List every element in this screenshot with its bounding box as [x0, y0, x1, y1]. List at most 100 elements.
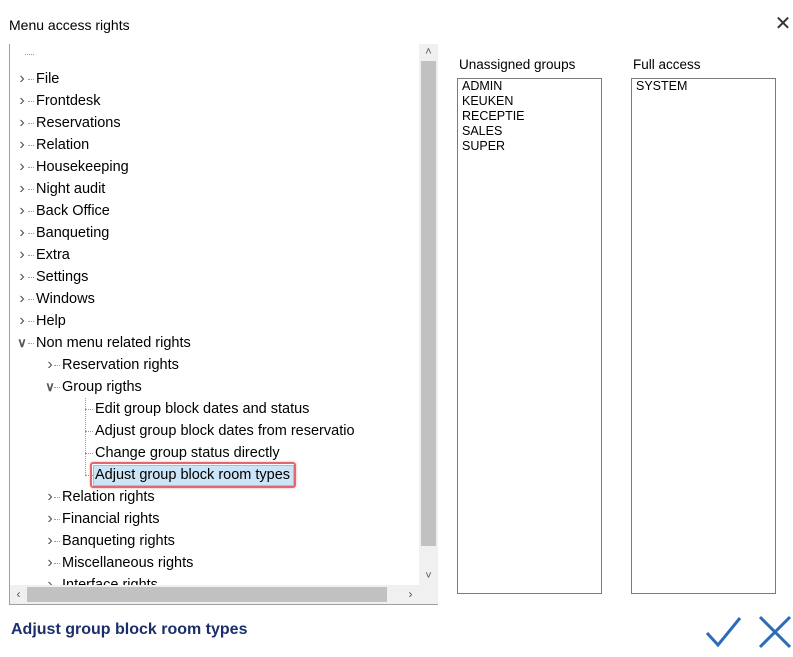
tree-item[interactable] — [10, 46, 419, 68]
chevron-right-icon[interactable]: › — [15, 200, 29, 222]
tree-connector-line — [54, 541, 60, 542]
tree-item[interactable]: Edit group block dates and status — [10, 398, 419, 420]
tree-item[interactable]: › Back Office — [10, 200, 419, 222]
unassigned-group-item[interactable]: SUPER — [458, 139, 601, 154]
title-bar: Menu access rights ✕ — [0, 0, 793, 44]
tree-connector-line — [28, 299, 34, 300]
cancel-button[interactable] — [754, 612, 793, 652]
tree-item[interactable]: Change group status directly — [10, 442, 419, 464]
tree-item[interactable]: › Reservation rights — [10, 354, 419, 376]
tree-item-label: Settings — [36, 269, 89, 285]
tree-item[interactable]: › Miscellaneous rights — [10, 552, 419, 574]
tree-item[interactable]: › Banqueting — [10, 222, 419, 244]
tree-connector-line — [28, 343, 34, 344]
tree-item-label: Back Office — [36, 203, 110, 219]
tree-item-label: Windows — [36, 291, 95, 307]
tree-item[interactable]: › Financial rights — [10, 508, 419, 530]
tree-item-label: Housekeeping — [36, 159, 129, 175]
tree-connector-line — [28, 321, 34, 322]
chevron-right-icon[interactable]: › — [15, 266, 29, 288]
chevron-right-icon[interactable]: › — [15, 310, 29, 332]
menu-tree-panel: › File › Frontdesk › Reservations › Relation › Ho… — [9, 44, 438, 605]
tree-item[interactable]: › Banqueting rights — [10, 530, 419, 552]
chevron-right-icon[interactable]: › — [15, 134, 29, 156]
chevron-left-icon[interactable]: ‹ — [10, 585, 27, 604]
tree-connector-line — [28, 233, 34, 234]
tree-item-label: Extra — [36, 247, 70, 263]
scrollbar-corner — [419, 585, 438, 604]
chevron-up-icon[interactable]: ˄ — [419, 44, 438, 61]
chevron-right-icon[interactable]: › — [15, 156, 29, 178]
vertical-scroll-thumb[interactable] — [421, 61, 436, 546]
chevron-right-icon[interactable]: › — [15, 112, 29, 134]
chevron-right-icon[interactable]: › — [15, 68, 29, 90]
tree-connector-line — [54, 387, 60, 388]
tree-connector-line — [85, 431, 93, 432]
tree-item[interactable]: › Extra — [10, 244, 419, 266]
chevron-down-icon[interactable]: ∨ — [15, 332, 29, 354]
tree-item-label: Reservations — [36, 115, 121, 131]
tree-connector-line — [28, 101, 34, 102]
tree-item[interactable]: › Relation rights — [10, 486, 419, 508]
chevron-right-icon[interactable]: › — [15, 90, 29, 112]
close-icon — [758, 615, 792, 649]
ok-button[interactable] — [703, 612, 743, 652]
tree-item[interactable]: Adjust group block room types — [10, 462, 419, 488]
vertical-scrollbar[interactable]: ˄ ˅ — [419, 44, 438, 585]
tree-connector-line — [54, 519, 60, 520]
tree-item[interactable]: › Help — [10, 310, 419, 332]
tree-item[interactable]: Adjust group block dates from reservatio — [10, 420, 419, 442]
tree-item[interactable]: › File — [10, 68, 419, 90]
tree-item[interactable]: › Relation — [10, 134, 419, 156]
tree-item[interactable]: › Housekeeping — [10, 156, 419, 178]
tree-item[interactable]: › Windows — [10, 288, 419, 310]
chevron-down-icon[interactable]: ˅ — [419, 568, 438, 585]
full-access-header: Full access — [633, 57, 701, 72]
tree-item[interactable]: ∨ Group rigths — [10, 376, 419, 398]
tree-connector-line — [28, 167, 34, 168]
horizontal-scroll-thumb[interactable] — [27, 587, 387, 602]
selection-highlight-frame — [90, 462, 296, 488]
unassigned-group-item[interactable]: KEUKEN — [458, 94, 601, 109]
tree-connector-line — [85, 453, 93, 454]
tree-connector-line — [28, 189, 34, 190]
chevron-right-icon[interactable]: › — [402, 585, 419, 604]
tree-vertical-line — [85, 398, 86, 475]
tree-item-label: Miscellaneous rights — [62, 555, 194, 571]
tree-item-label: Adjust group block dates from reservatio — [95, 423, 355, 439]
tree-item-label: Night audit — [36, 181, 106, 197]
tree-root-line — [25, 54, 34, 55]
horizontal-scrollbar[interactable]: ‹ › — [10, 585, 419, 604]
unassigned-groups-list[interactable]: ADMIN KEUKEN RECEPTIE SALES SUPER — [457, 78, 602, 594]
unassigned-group-item[interactable]: SALES — [458, 124, 601, 139]
tree-item-label: Non menu related rights — [36, 335, 191, 351]
tree-connector-line — [28, 145, 34, 146]
tree-connector-line — [54, 365, 60, 366]
tree-item-label: Financial rights — [62, 511, 160, 527]
status-bar: Adjust group block room types — [0, 609, 793, 656]
tree-item[interactable]: › Night audit — [10, 178, 419, 200]
check-icon — [705, 617, 742, 648]
status-text: Adjust group block room types — [11, 621, 248, 638]
tree-item[interactable]: › Interface rights — [10, 574, 419, 585]
chevron-right-icon[interactable]: › — [15, 178, 29, 200]
unassigned-group-item[interactable]: ADMIN — [458, 79, 601, 94]
tree-item-label: Relation — [36, 137, 90, 153]
tree-item[interactable]: › Settings — [10, 266, 419, 288]
tree-item-label: File — [36, 71, 60, 87]
close-icon[interactable]: ✕ — [774, 12, 792, 36]
tree-connector-line — [85, 409, 93, 410]
tree-connector-line — [54, 563, 60, 564]
tree-item[interactable]: › Reservations — [10, 112, 419, 134]
tree-item[interactable]: ∨ Non menu related rights — [10, 332, 419, 354]
chevron-right-icon[interactable]: › — [43, 574, 57, 585]
tree-item-label: Group rigths — [62, 379, 142, 395]
chevron-right-icon[interactable]: › — [15, 244, 29, 266]
full-access-list[interactable]: SYSTEM — [631, 78, 776, 594]
chevron-right-icon[interactable]: › — [15, 222, 29, 244]
unassigned-group-item[interactable]: RECEPTIE — [458, 109, 601, 124]
tree-item-label: Banqueting rights — [62, 533, 175, 549]
tree-item[interactable]: › Frontdesk — [10, 90, 419, 112]
full-access-group-item[interactable]: SYSTEM — [632, 79, 775, 94]
chevron-right-icon[interactable]: › — [15, 288, 29, 310]
